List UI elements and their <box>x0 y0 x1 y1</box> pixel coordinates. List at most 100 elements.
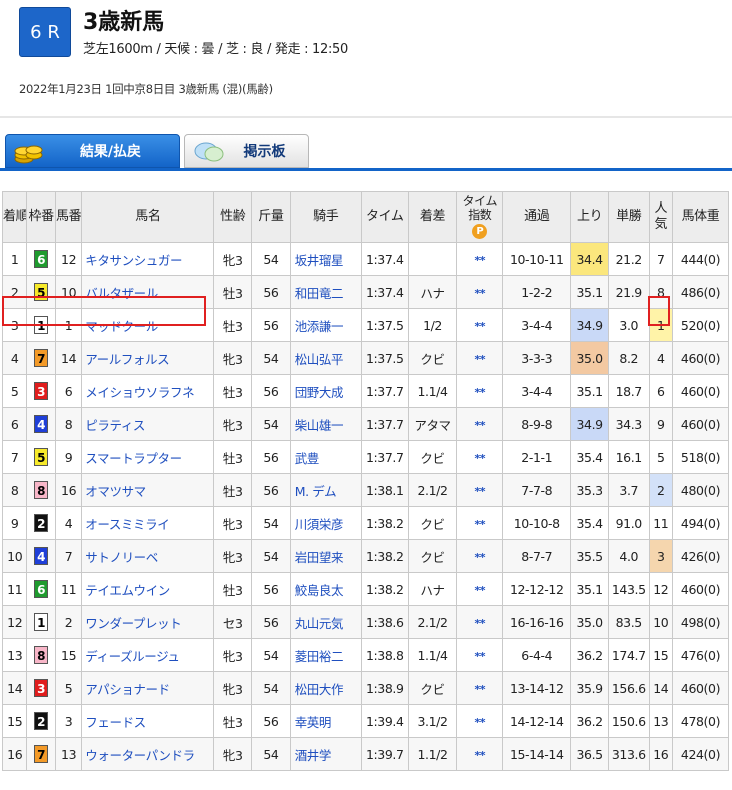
cell-body: 486(0) <box>671 275 730 309</box>
jockey-link[interactable]: 池添謙一 <box>295 319 344 334</box>
cell-weight: 56 <box>251 374 291 408</box>
cell-jockey[interactable]: 池添謙一 <box>289 308 362 342</box>
cell-jockey[interactable]: 幸英明 <box>289 704 362 738</box>
jockey-link[interactable]: 松山弘平 <box>295 352 344 367</box>
cell-pop: 5 <box>648 440 673 474</box>
cell-body: 444(0) <box>671 242 730 276</box>
jockey-link[interactable]: 菱田裕二 <box>295 649 344 664</box>
cell-body: 498(0) <box>671 605 730 639</box>
cell-jockey[interactable]: 川須栄彦 <box>289 506 362 540</box>
cell-name[interactable]: オースミミライ <box>81 506 215 540</box>
cell-waku: 4 <box>26 407 56 441</box>
horse-link[interactable]: ディーズルージュ <box>85 649 180 664</box>
jockey-link[interactable]: 和田竜二 <box>295 286 344 301</box>
waku-badge: 3 <box>34 679 49 697</box>
cell-sexage: 牡3 <box>213 275 253 309</box>
cell-jockey[interactable]: 武豊 <box>289 440 362 474</box>
horse-link[interactable]: スマートラプター <box>85 451 182 466</box>
cell-jockey[interactable]: 酒井学 <box>289 737 362 771</box>
jockey-link[interactable]: 武豊 <box>295 451 320 466</box>
tab-board[interactable]: 掲示板 <box>184 134 309 168</box>
cell-name[interactable]: フェードス <box>81 704 215 738</box>
horse-link[interactable]: キタサンシュガー <box>85 253 182 268</box>
cell-time: 1:37.7 <box>360 440 409 474</box>
cell-name[interactable]: テイエムウイン <box>81 572 215 606</box>
horse-link[interactable]: ウォーターパンドラ <box>85 748 195 763</box>
cell-name[interactable]: ディーズルージュ <box>81 638 215 672</box>
tab-results[interactable]: 結果/払戻 <box>5 134 180 168</box>
horse-link[interactable]: ピラティス <box>85 418 145 433</box>
cell-rank: 3 <box>1 308 28 342</box>
horse-link[interactable]: オースミミライ <box>85 517 169 532</box>
col-last3f: 上り <box>570 191 609 243</box>
cell-name[interactable]: アパショナード <box>81 671 215 705</box>
cell-weight: 56 <box>251 572 291 606</box>
cell-name[interactable]: スマートラプター <box>81 440 215 474</box>
cell-margin: クビ <box>407 440 458 474</box>
horse-link[interactable]: オマツサマ <box>85 484 146 499</box>
cell-name[interactable]: ワンダープレット <box>81 605 215 639</box>
tab-results-label: 結果/払戻 <box>79 144 142 160</box>
jockey-link[interactable]: 団野大成 <box>295 385 344 400</box>
cell-name[interactable]: サトノリーベ <box>81 539 215 573</box>
cell-name[interactable]: ピラティス <box>81 407 215 441</box>
table-row: 5 3 6 メイショウソラフネ 牡3 56 団野大成 1:37.7 1.1/4 ** 3-4-4 35… <box>1 374 730 408</box>
jockey-link[interactable]: 丸山元気 <box>295 616 344 631</box>
horse-link[interactable]: バルタザール <box>85 286 158 301</box>
cell-jockey[interactable]: 鮫島良太 <box>289 572 362 606</box>
jockey-link[interactable]: 岩田望来 <box>295 550 344 565</box>
cell-name[interactable]: バルタザール <box>81 275 215 309</box>
cell-index: ** <box>456 308 504 342</box>
cell-passing: 6-4-4 <box>502 638 572 672</box>
horse-link[interactable]: マッドクール <box>85 319 158 334</box>
cell-name[interactable]: マッドクール <box>81 308 215 342</box>
cell-num: 15 <box>54 638 83 672</box>
jockey-link[interactable]: 松田大作 <box>295 682 344 697</box>
waku-badge: 1 <box>34 316 49 334</box>
horse-link[interactable]: サトノリーベ <box>85 550 158 565</box>
cell-last3f: 36.2 <box>570 638 609 672</box>
cell-jockey[interactable]: 和田竜二 <box>289 275 362 309</box>
cell-name[interactable]: メイショウソラフネ <box>81 374 215 408</box>
horse-link[interactable]: アールフォルス <box>85 352 169 367</box>
time-index-value: ** <box>474 748 486 762</box>
cell-rank: 10 <box>1 539 28 573</box>
horse-link[interactable]: メイショウソラフネ <box>85 385 194 400</box>
jockey-link[interactable]: 鮫島良太 <box>295 583 344 598</box>
cell-name[interactable]: キタサンシュガー <box>81 242 215 276</box>
cell-name[interactable]: オマツサマ <box>81 473 215 507</box>
cell-passing: 13-14-12 <box>502 671 572 705</box>
cell-jockey[interactable]: 柴山雄一 <box>289 407 362 441</box>
cell-jockey[interactable]: 菱田裕二 <box>289 638 362 672</box>
cell-last3f: 35.4 <box>570 440 609 474</box>
jockey-link[interactable]: 坂井瑠星 <box>295 253 344 268</box>
cell-name[interactable]: ウォーターパンドラ <box>81 737 215 771</box>
cell-index: ** <box>456 407 504 441</box>
cell-jockey[interactable]: 岩田望来 <box>289 539 362 573</box>
cell-waku: 2 <box>26 704 56 738</box>
horse-link[interactable]: テイエムウイン <box>85 583 170 598</box>
time-index-value: ** <box>474 385 486 399</box>
cell-body: 518(0) <box>671 440 730 474</box>
horse-link[interactable]: フェードス <box>85 715 146 730</box>
cell-jockey[interactable]: M. デム <box>289 473 362 507</box>
jockey-link[interactable]: 幸英明 <box>295 715 332 730</box>
time-index-value: ** <box>474 253 486 267</box>
cell-passing: 16-16-16 <box>502 605 572 639</box>
jockey-link[interactable]: 川須栄彦 <box>295 517 344 532</box>
premium-icon[interactable]: P <box>472 223 488 239</box>
cell-waku: 2 <box>26 506 56 540</box>
cell-jockey[interactable]: 坂井瑠星 <box>289 242 362 276</box>
horse-link[interactable]: アパショナード <box>85 682 170 697</box>
cell-jockey[interactable]: 松山弘平 <box>289 341 362 375</box>
jockey-link[interactable]: 柴山雄一 <box>295 418 344 433</box>
waku-badge: 8 <box>34 646 49 664</box>
cell-jockey[interactable]: 松田大作 <box>289 671 362 705</box>
cell-passing: 15-14-14 <box>502 737 572 771</box>
jockey-link[interactable]: M. デム <box>295 484 337 499</box>
jockey-link[interactable]: 酒井学 <box>295 748 332 763</box>
horse-link[interactable]: ワンダープレット <box>85 616 181 631</box>
cell-jockey[interactable]: 丸山元気 <box>289 605 362 639</box>
cell-jockey[interactable]: 団野大成 <box>289 374 362 408</box>
cell-name[interactable]: アールフォルス <box>81 341 215 375</box>
